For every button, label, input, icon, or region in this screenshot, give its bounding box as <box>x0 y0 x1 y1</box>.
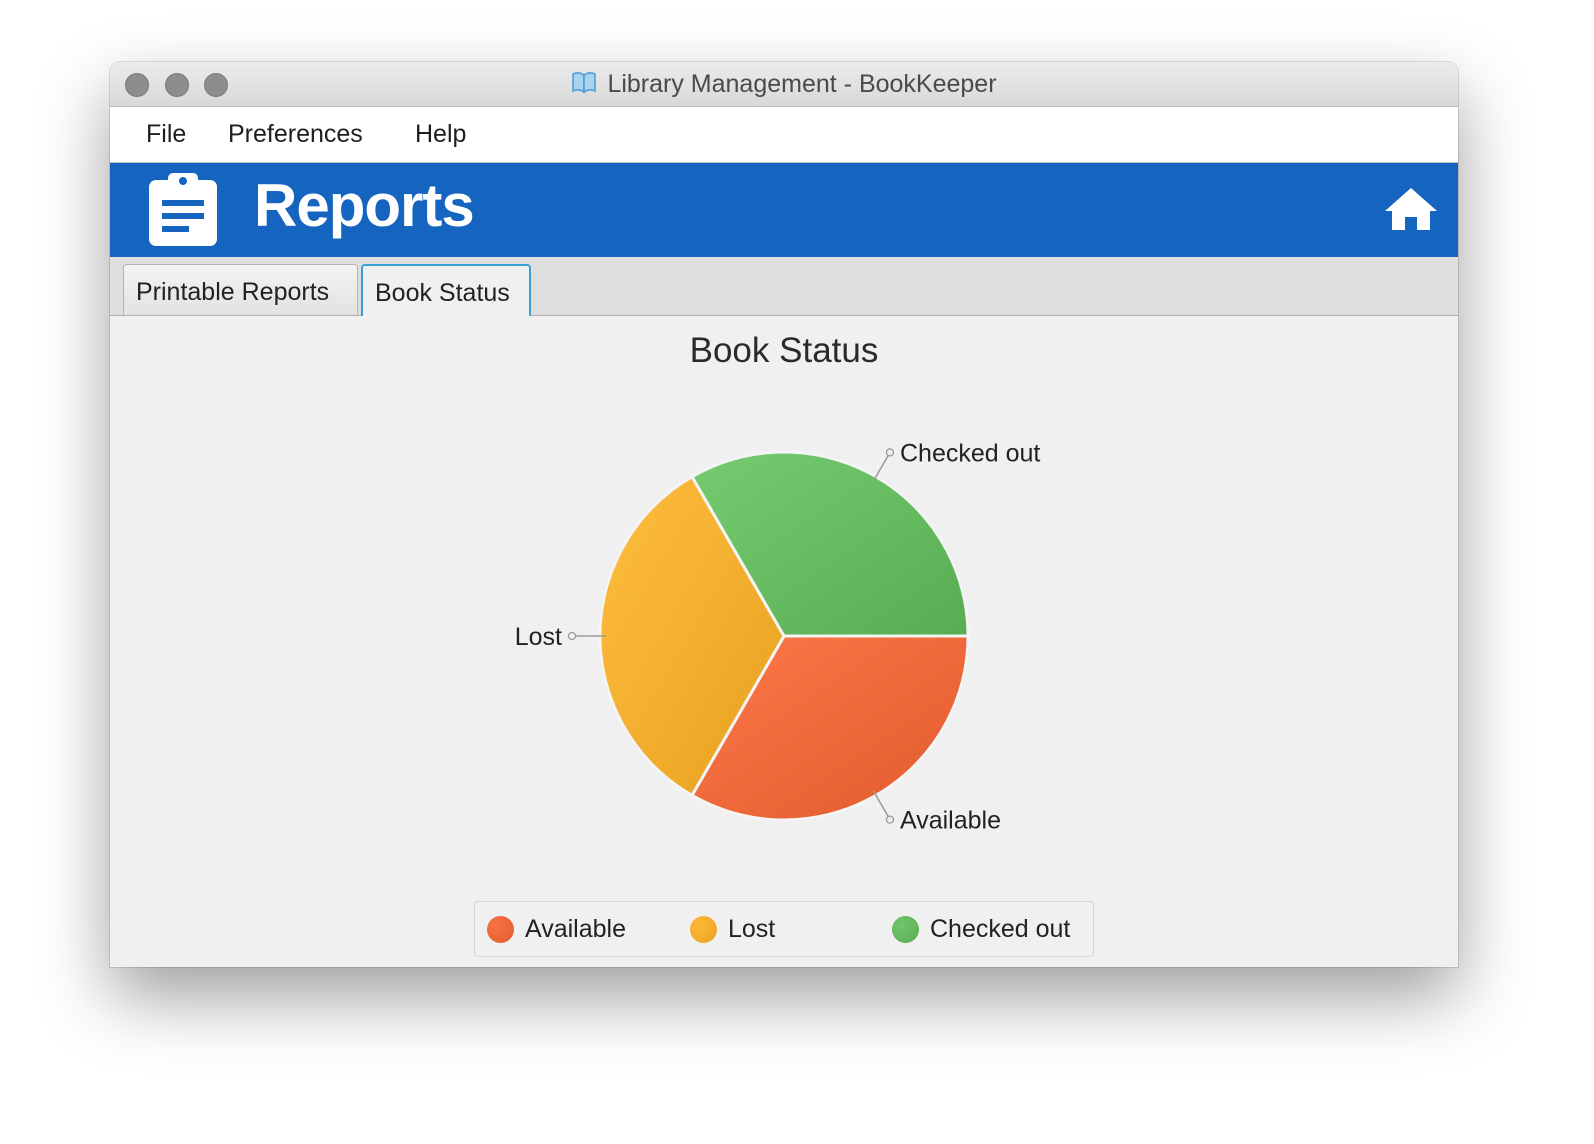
legend-item-lost: Lost <box>690 913 775 945</box>
pie-label-available: Available <box>900 807 1001 835</box>
pie-chart: Book Status Available Lost Checked out <box>515 331 1041 835</box>
legend-item-available: Available <box>487 913 626 945</box>
chart-title: Book Status <box>690 331 879 370</box>
pie-label-dot-checked-out <box>885 448 895 457</box>
app-window: Library Management - BookKeeper File Pre… <box>110 62 1458 967</box>
pie-label-line-available <box>872 789 891 820</box>
legend-swatch-lost <box>690 915 717 943</box>
legend-label-available: Available <box>525 914 627 943</box>
pie-label-dot-available <box>885 815 895 824</box>
pie-label-line-checked-out <box>872 452 891 483</box>
pie-label-checked-out: Checked out <box>900 439 1040 467</box>
legend-label-lost: Lost <box>728 914 776 943</box>
chart-legend: Available Lost Checked out <box>474 901 1094 957</box>
pie-label-lost: Lost <box>515 623 562 651</box>
legend-swatch-checked-out <box>892 915 919 943</box>
legend-label-checked-out: Checked out <box>930 914 1071 943</box>
pie-label-dot-lost <box>567 631 577 641</box>
legend-swatch-available <box>487 915 514 943</box>
legend-item-checked-out: Checked out <box>892 913 1070 945</box>
